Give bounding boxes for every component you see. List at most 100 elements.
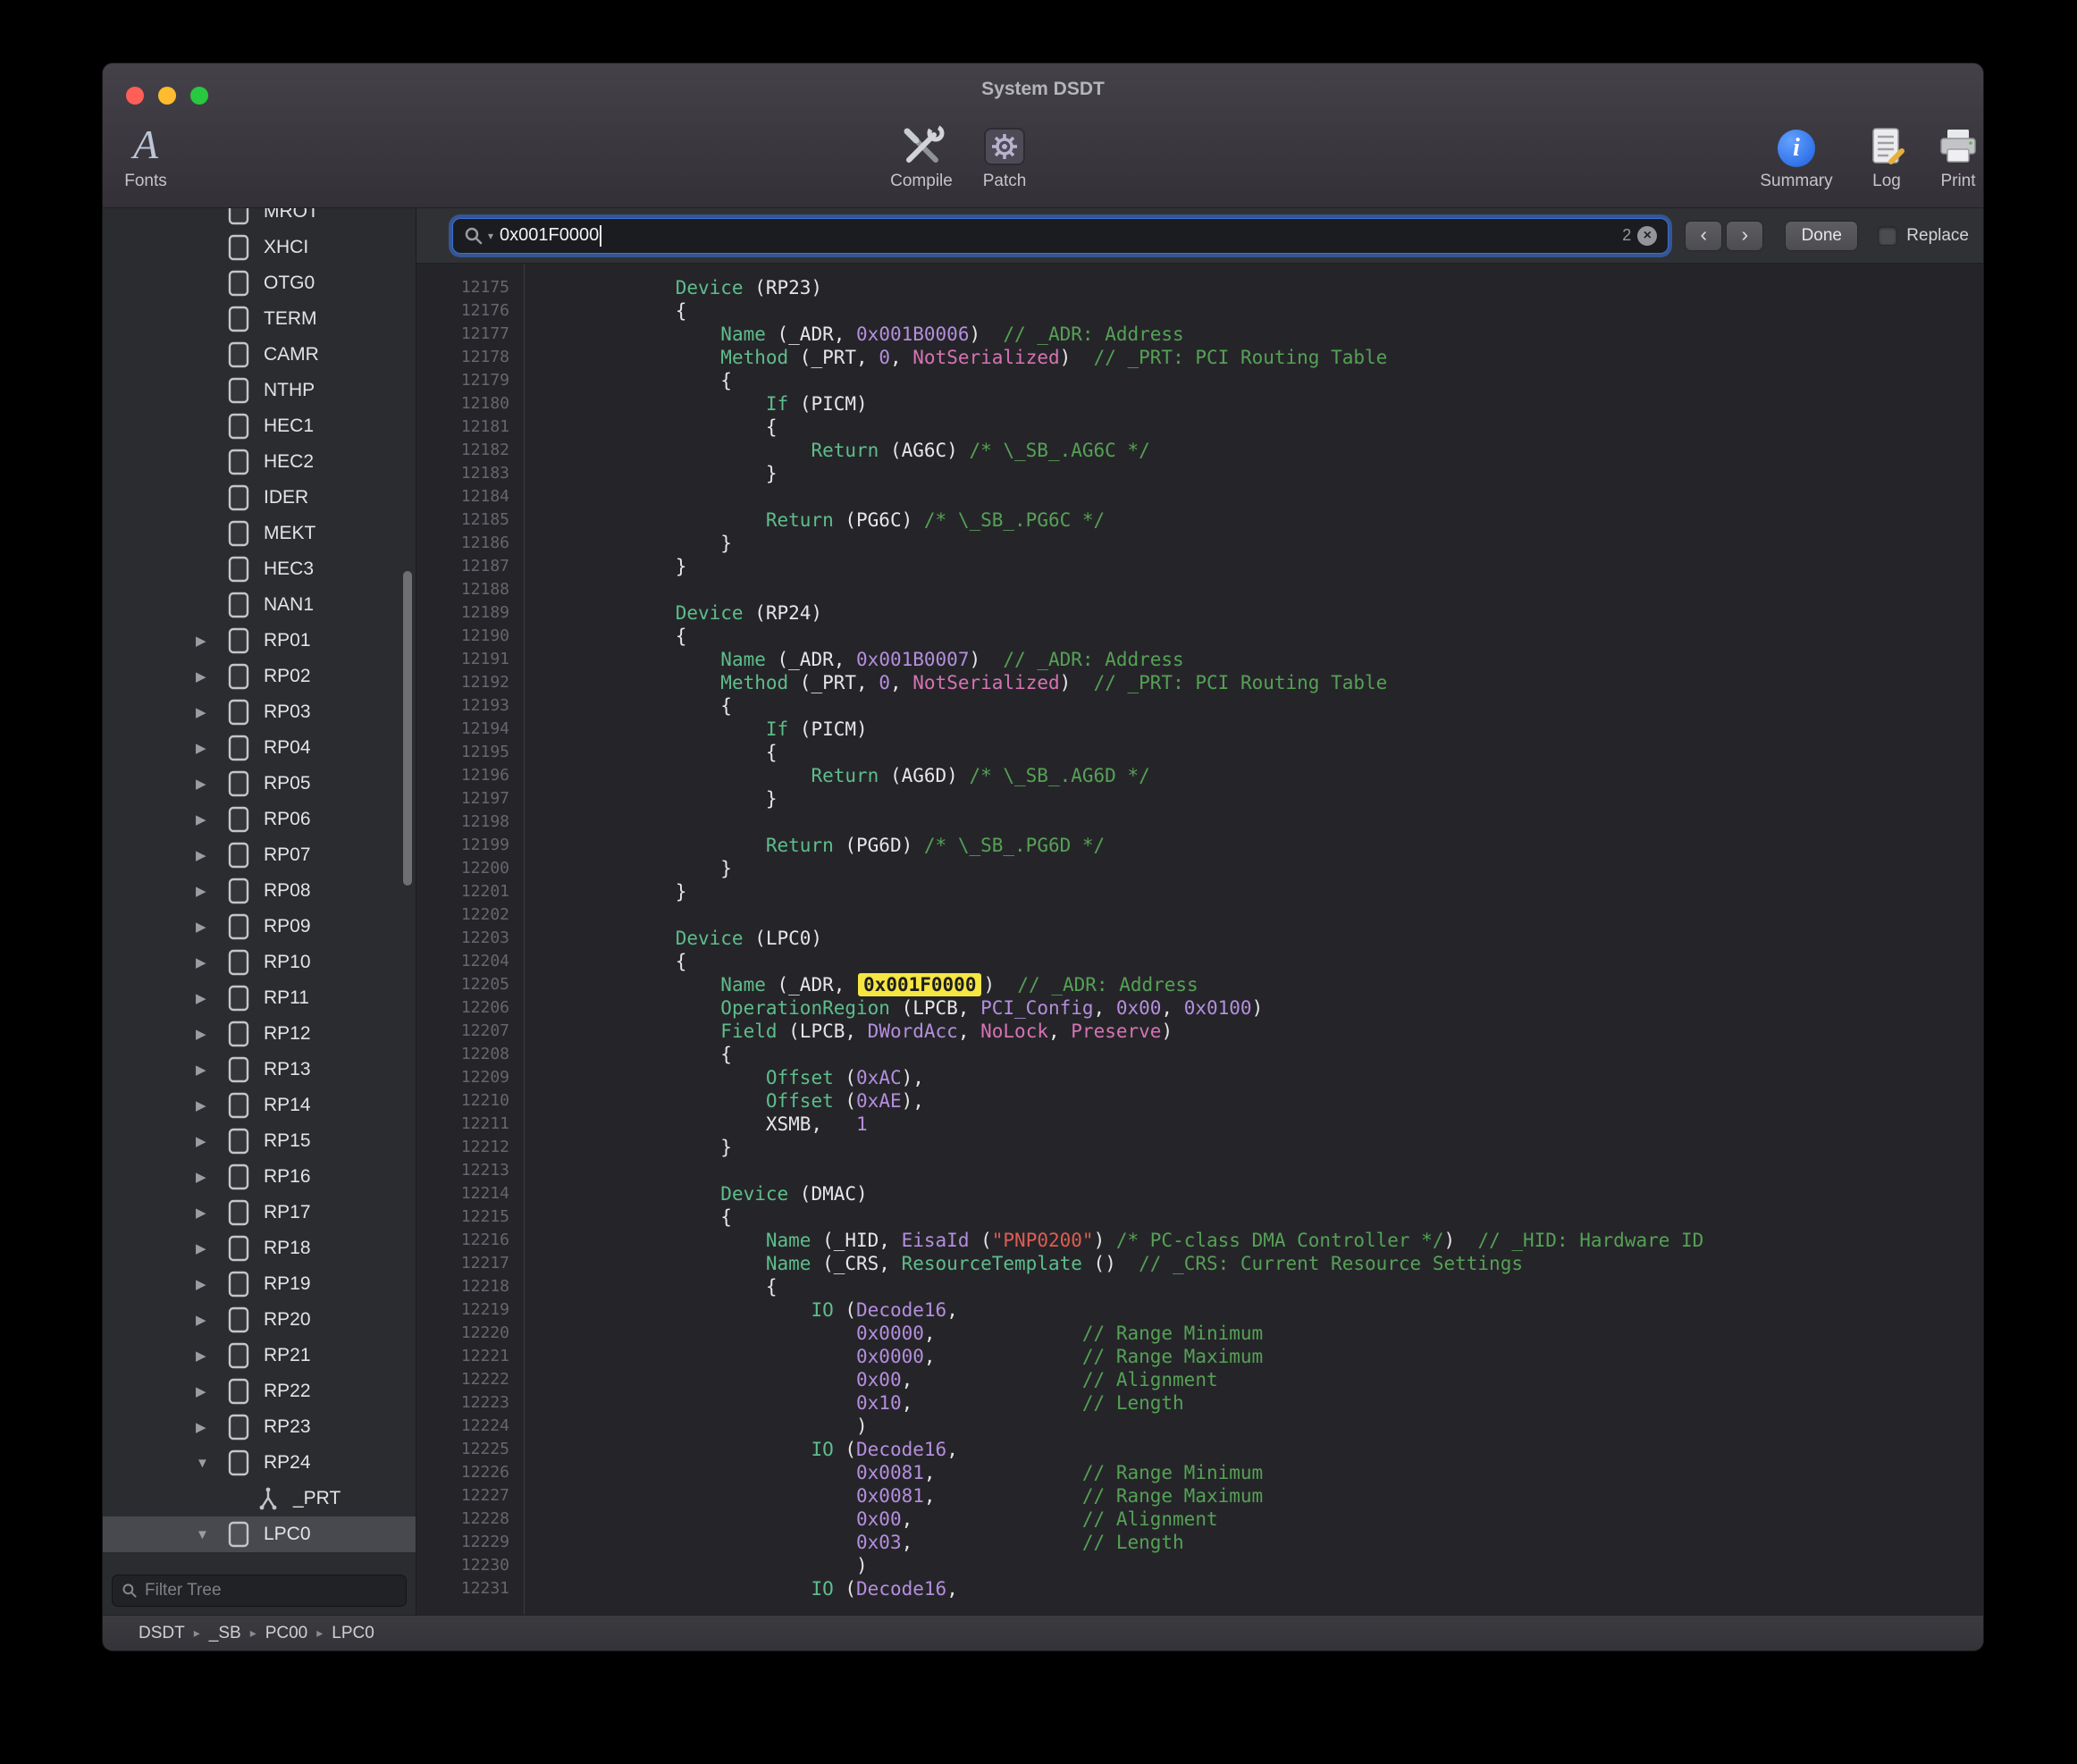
code-line[interactable]: 12222 0x00, // Alignment: [416, 1368, 1983, 1391]
replace-toggle[interactable]: Replace: [1878, 226, 1969, 246]
disclosure-collapsed-icon[interactable]: ▶: [196, 740, 228, 756]
done-button[interactable]: Done: [1785, 221, 1858, 251]
sidebar-item-_prt[interactable]: _PRT: [103, 1481, 416, 1516]
sidebar-item-rp21[interactable]: ▶RP21: [103, 1338, 416, 1373]
code-line[interactable]: 12229 0x03, // Length: [416, 1531, 1983, 1554]
code-line[interactable]: 12191 Name (_ADR, 0x001B0007) // _ADR: A…: [416, 648, 1983, 671]
disclosure-expanded-icon[interactable]: ▼: [196, 1527, 228, 1542]
code-line[interactable]: 12189 Device (RP24): [416, 601, 1983, 625]
sidebar-item-rp18[interactable]: ▶RP18: [103, 1231, 416, 1266]
disclosure-expanded-icon[interactable]: ▼: [196, 1456, 228, 1471]
sidebar-item-rp04[interactable]: ▶RP04: [103, 730, 416, 766]
sidebar-item-otg0[interactable]: OTG0: [103, 265, 416, 301]
sidebar-item-rp08[interactable]: ▶RP08: [103, 873, 416, 909]
code-line[interactable]: 12175 Device (RP23): [416, 276, 1983, 299]
disclosure-collapsed-icon[interactable]: ▶: [196, 811, 228, 827]
sidebar-item-rp06[interactable]: ▶RP06: [103, 802, 416, 837]
code-line[interactable]: 12219 IO (Decode16,: [416, 1298, 1983, 1322]
fonts-button[interactable]: A Fonts: [102, 119, 208, 191]
sidebar-item-hec1[interactable]: HEC1: [103, 408, 416, 444]
disclosure-collapsed-icon[interactable]: ▶: [196, 883, 228, 899]
code-line[interactable]: 12204 {: [416, 950, 1983, 973]
previous-match-button[interactable]: ‹: [1685, 221, 1722, 251]
sidebar-item-rp16[interactable]: ▶RP16: [103, 1159, 416, 1195]
disclosure-collapsed-icon[interactable]: ▶: [196, 847, 228, 863]
code-line[interactable]: 12194 If (PICM): [416, 718, 1983, 741]
disclosure-collapsed-icon[interactable]: ▶: [196, 1276, 228, 1292]
code-line[interactable]: 12227 0x0081, // Range Maximum: [416, 1484, 1983, 1508]
disclosure-collapsed-icon[interactable]: ▶: [196, 919, 228, 935]
code-line[interactable]: 12212 }: [416, 1136, 1983, 1159]
sidebar-item-nan1[interactable]: NAN1: [103, 587, 416, 623]
code-line[interactable]: 12208 {: [416, 1043, 1983, 1066]
sidebar-item-rp15[interactable]: ▶RP15: [103, 1123, 416, 1159]
code-line[interactable]: 12193 {: [416, 694, 1983, 718]
disclosure-collapsed-icon[interactable]: ▶: [196, 954, 228, 970]
sidebar-item-rp19[interactable]: ▶RP19: [103, 1266, 416, 1302]
sidebar-scrollbar-thumb[interactable]: [403, 571, 412, 886]
sidebar-item-rp09[interactable]: ▶RP09: [103, 909, 416, 945]
print-button[interactable]: Print: [1896, 119, 1984, 191]
code-line[interactable]: 12215 {: [416, 1205, 1983, 1229]
sidebar-item-rp03[interactable]: ▶RP03: [103, 694, 416, 730]
sidebar-item-mekt[interactable]: MEKT: [103, 516, 416, 551]
sidebar-item-rp22[interactable]: ▶RP22: [103, 1373, 416, 1409]
code-line[interactable]: 12186 }: [416, 532, 1983, 555]
code-line[interactable]: 12196 Return (AG6D) /* \_SB_.AG6D */: [416, 764, 1983, 787]
code-line[interactable]: 12183 }: [416, 462, 1983, 485]
disclosure-collapsed-icon[interactable]: ▶: [196, 1097, 228, 1113]
sidebar-item-ider[interactable]: IDER: [103, 480, 416, 516]
disclosure-collapsed-icon[interactable]: ▶: [196, 1026, 228, 1042]
code-line[interactable]: 12203 Device (LPC0): [416, 927, 1983, 950]
code-line[interactable]: 12226 0x0081, // Range Minimum: [416, 1461, 1983, 1484]
sidebar-item-rp20[interactable]: ▶RP20: [103, 1302, 416, 1338]
code-line[interactable]: 12182 Return (AG6C) /* \_SB_.AG6C */: [416, 439, 1983, 462]
search-menu-chevron-icon[interactable]: ▾: [488, 230, 493, 242]
code-line[interactable]: 12202: [416, 903, 1983, 927]
code-line[interactable]: 12224 ): [416, 1415, 1983, 1438]
disclosure-collapsed-icon[interactable]: ▶: [196, 1419, 228, 1435]
sidebar-item-rp13[interactable]: ▶RP13: [103, 1052, 416, 1088]
disclosure-collapsed-icon[interactable]: ▶: [196, 1348, 228, 1364]
code-line[interactable]: 12195 {: [416, 741, 1983, 764]
sidebar-item-lpc0[interactable]: ▼LPC0: [103, 1516, 416, 1552]
code-line[interactable]: 12221 0x0000, // Range Maximum: [416, 1345, 1983, 1368]
code-line[interactable]: 12184: [416, 485, 1983, 508]
code-line[interactable]: 12199 Return (PG6D) /* \_SB_.PG6D */: [416, 834, 1983, 857]
code-editor[interactable]: 12175 Device (RP23)12176 {12177 Name (_A…: [416, 264, 1983, 1615]
code-line[interactable]: 12207 Field (LPCB, DWordAcc, NoLock, Pre…: [416, 1020, 1983, 1043]
sidebar-item-rp17[interactable]: ▶RP17: [103, 1195, 416, 1231]
code-line[interactable]: 12178 Method (_PRT, 0, NotSerialized) //…: [416, 346, 1983, 369]
disclosure-collapsed-icon[interactable]: ▶: [196, 1240, 228, 1256]
code-line[interactable]: 12197 }: [416, 787, 1983, 811]
clear-search-icon[interactable]: ×: [1637, 226, 1657, 246]
sidebar-item-rp12[interactable]: ▶RP12: [103, 1016, 416, 1052]
disclosure-collapsed-icon[interactable]: ▶: [196, 1062, 228, 1078]
code-line[interactable]: 12223 0x10, // Length: [416, 1391, 1983, 1415]
code-line[interactable]: 12216 Name (_HID, EisaId ("PNP0200") /* …: [416, 1229, 1983, 1252]
code-line[interactable]: 12188: [416, 578, 1983, 601]
filter-tree-input[interactable]: [145, 1581, 397, 1600]
sidebar-item-rp11[interactable]: ▶RP11: [103, 980, 416, 1016]
code-line[interactable]: 12228 0x00, // Alignment: [416, 1508, 1983, 1531]
code-line[interactable]: 12200 }: [416, 857, 1983, 880]
code-line[interactable]: 12211 XSMB, 1: [416, 1113, 1983, 1136]
search-input[interactable]: ▾ 0x001F0000 2 ×: [452, 218, 1669, 254]
sidebar-item-rp02[interactable]: ▶RP02: [103, 659, 416, 694]
disclosure-collapsed-icon[interactable]: ▶: [196, 776, 228, 792]
code-line[interactable]: 12231 IO (Decode16,: [416, 1577, 1983, 1600]
patch-button[interactable]: Patch: [942, 119, 1067, 191]
sidebar-item-hec3[interactable]: HEC3: [103, 551, 416, 587]
breadcrumb-item[interactable]: DSDT: [139, 1624, 185, 1643]
sidebar-item-mrot[interactable]: MROT: [103, 208, 416, 230]
disclosure-collapsed-icon[interactable]: ▶: [196, 668, 228, 685]
code-line[interactable]: 12209 Offset (0xAC),: [416, 1066, 1983, 1089]
disclosure-collapsed-icon[interactable]: ▶: [196, 633, 228, 649]
breadcrumb-item[interactable]: LPC0: [332, 1624, 374, 1643]
code-line[interactable]: 12218 {: [416, 1275, 1983, 1298]
code-line[interactable]: 12217 Name (_CRS, ResourceTemplate () //…: [416, 1252, 1983, 1275]
code-line[interactable]: 12192 Method (_PRT, 0, NotSerialized) //…: [416, 671, 1983, 694]
code-line[interactable]: 12206 OperationRegion (LPCB, PCI_Config,…: [416, 996, 1983, 1020]
disclosure-collapsed-icon[interactable]: ▶: [196, 990, 228, 1006]
sidebar-item-nthp[interactable]: NTHP: [103, 373, 416, 408]
